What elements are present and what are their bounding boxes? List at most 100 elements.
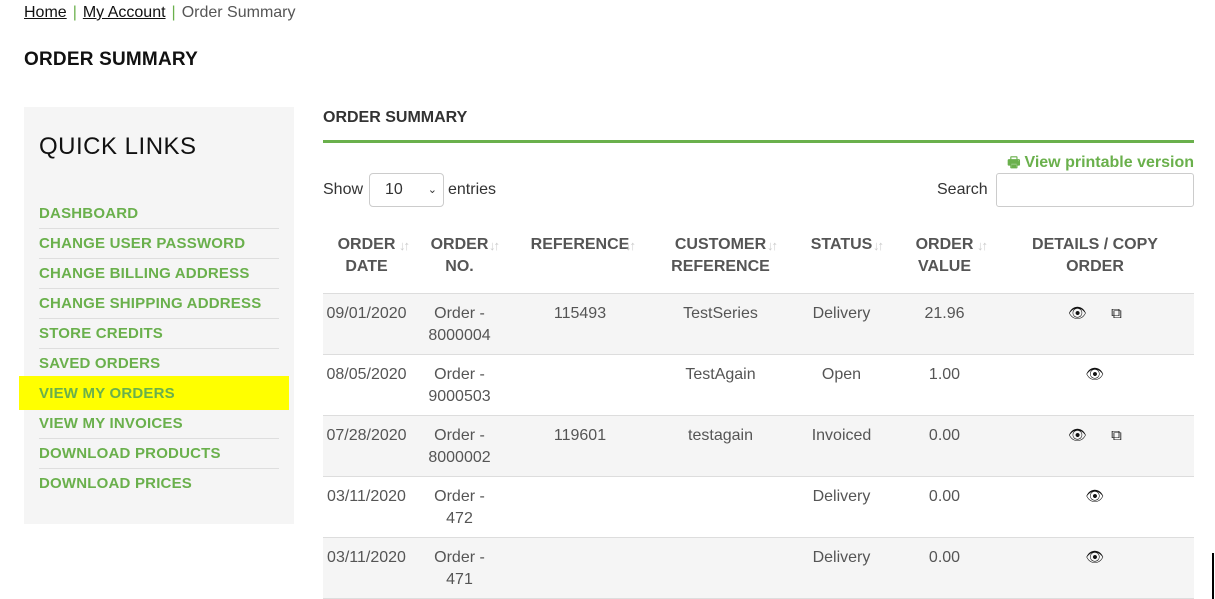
order-no-number: 8000002 bbox=[428, 448, 491, 466]
sidebar-item-saved-orders[interactable]: SAVED ORDERS bbox=[39, 349, 279, 379]
printable-version-label: View printable version bbox=[1024, 154, 1194, 171]
sort-icon: ↓↑ bbox=[977, 238, 988, 253]
cell-order-date: 07/28/2020 bbox=[323, 415, 410, 477]
cell-order-no: Order - 8000002 bbox=[410, 415, 509, 477]
table-row: 03/11/2020 Order - 471 Delivery 0.00 👁 bbox=[323, 537, 1194, 599]
order-no-number: 8000004 bbox=[428, 326, 491, 344]
breadcrumb-account-link[interactable]: My Account bbox=[83, 4, 166, 21]
cell-actions: 👁 ⧉ bbox=[996, 415, 1194, 477]
cell-order-date: 03/11/2020 bbox=[323, 476, 410, 538]
sidebar-item-change-shipping-address[interactable]: CHANGE SHIPPING ADDRESS bbox=[39, 289, 279, 319]
table-row: 03/11/2020 Order - 472 Delivery 0.00 👁 bbox=[323, 476, 1194, 538]
sidebar-item-download-products[interactable]: DOWNLOAD PRODUCTS bbox=[39, 439, 279, 469]
sidebar-item-change-user-password[interactable]: CHANGE USER PASSWORD bbox=[39, 229, 279, 259]
cell-customer-reference: TestAgain bbox=[651, 354, 790, 416]
cell-order-value: 0.00 bbox=[893, 537, 996, 599]
column-header-reference[interactable]: REFERENCE ↓↑ bbox=[509, 225, 651, 294]
sort-icon: ↓↑ bbox=[489, 238, 500, 253]
cell-customer-reference: TestSeries bbox=[651, 293, 790, 355]
sidebar-item-label: SAVED ORDERS bbox=[39, 355, 161, 372]
breadcrumb-home-link[interactable]: Home bbox=[24, 4, 67, 21]
breadcrumb-current: Order Summary bbox=[181, 4, 296, 21]
order-no-prefix: Order - bbox=[434, 304, 485, 322]
order-no-prefix: Order - bbox=[434, 365, 485, 383]
chevron-down-icon: ⌄ bbox=[427, 184, 437, 196]
entries-select[interactable]: 10 ⌄ bbox=[369, 173, 444, 207]
order-no-number: 9000503 bbox=[428, 387, 491, 405]
cell-customer-reference bbox=[651, 476, 790, 538]
breadcrumb-separator: | bbox=[171, 4, 176, 21]
breadcrumb: Home | My Account | Order Summary bbox=[24, 4, 296, 22]
column-header-order-no[interactable]: ORDER NO. ↓↑ bbox=[410, 225, 509, 294]
sidebar-item-label: DASHBOARD bbox=[39, 205, 139, 222]
eye-icon[interactable]: 👁 bbox=[1068, 425, 1087, 447]
sidebar-item-label: DOWNLOAD PRICES bbox=[39, 475, 192, 492]
header-line: ORDER bbox=[1066, 258, 1124, 275]
sidebar-item-label: DOWNLOAD PRODUCTS bbox=[39, 445, 221, 462]
eye-icon[interactable]: 👁 bbox=[1085, 547, 1104, 569]
sidebar-title: QUICK LINKS bbox=[39, 133, 197, 160]
column-header-customer-reference[interactable]: CUSTOMER REFERENCE ↓↑ bbox=[651, 225, 790, 294]
column-header-details-copy: DETAILS / COPY ORDER bbox=[996, 225, 1194, 294]
cell-order-value: 0.00 bbox=[893, 415, 996, 477]
cell-order-value: 21.96 bbox=[893, 293, 996, 355]
eye-icon[interactable]: 👁 bbox=[1068, 303, 1087, 325]
cell-actions: 👁 bbox=[996, 537, 1194, 599]
header-line: DATE bbox=[345, 258, 388, 275]
header-line: CUSTOMER bbox=[674, 236, 767, 253]
search-input[interactable] bbox=[996, 173, 1194, 207]
column-header-status[interactable]: STATUS ↓↑ bbox=[790, 225, 893, 294]
order-no-prefix: Order - bbox=[434, 487, 485, 505]
table-row: 09/01/2020 Order - 8000004 115493 TestSer… bbox=[323, 293, 1194, 355]
header-line: STATUS bbox=[810, 236, 873, 253]
column-header-order-date[interactable]: ORDER DATE ↓↑ bbox=[323, 225, 410, 294]
sidebar-item-label: STORE CREDITS bbox=[39, 325, 164, 342]
cell-customer-reference: testagain bbox=[651, 415, 790, 477]
cell-reference: 119601 bbox=[509, 415, 651, 477]
eye-icon[interactable]: 👁 bbox=[1085, 364, 1104, 386]
cell-status: Open bbox=[790, 354, 893, 416]
column-header-order-value[interactable]: ORDER VALUE ↓↑ bbox=[893, 225, 996, 294]
table-row: 08/05/2020 Order - 9000503 TestAgain Open… bbox=[323, 354, 1194, 416]
cell-order-no: Order - 8000004 bbox=[410, 293, 509, 355]
sidebar-item-dashboard[interactable]: DASHBOARD bbox=[39, 199, 279, 229]
sidebar-item-store-credits[interactable]: STORE CREDITS bbox=[39, 319, 279, 349]
eye-icon[interactable]: 👁 bbox=[1085, 486, 1104, 508]
cell-reference bbox=[509, 354, 651, 416]
sidebar-item-download-prices[interactable]: DOWNLOAD PRICES bbox=[39, 469, 279, 499]
cell-order-value: 1.00 bbox=[893, 354, 996, 416]
cell-order-date: 09/01/2020 bbox=[323, 293, 410, 355]
cell-actions: 👁 bbox=[996, 354, 1194, 416]
breadcrumb-separator: | bbox=[72, 4, 77, 21]
header-line: NO. bbox=[445, 258, 474, 275]
cell-status: Delivery bbox=[790, 537, 893, 599]
copy-icon[interactable]: ⧉ bbox=[1111, 425, 1122, 447]
sidebar-item-view-my-orders[interactable]: VIEW MY ORDERS bbox=[19, 376, 289, 410]
copy-icon[interactable]: ⧉ bbox=[1111, 303, 1122, 325]
sidebar-item-view-my-invoices[interactable]: VIEW MY INVOICES bbox=[39, 409, 279, 439]
order-no-number: 472 bbox=[446, 509, 473, 527]
orders-table: ORDER DATE ↓↑ ORDER NO. ↓↑ REFERENCE ↓↑ CU… bbox=[323, 225, 1194, 599]
sidebar-item-label: CHANGE BILLING ADDRESS bbox=[39, 265, 250, 282]
header-line: VALUE bbox=[917, 258, 972, 275]
cell-reference bbox=[509, 537, 651, 599]
cell-order-value: 0.00 bbox=[893, 476, 996, 538]
header-line: ORDER bbox=[915, 236, 974, 253]
table-header-row: ORDER DATE ↓↑ ORDER NO. ↓↑ REFERENCE ↓↑ CU… bbox=[323, 225, 1194, 294]
header-line: DETAILS / COPY bbox=[1032, 236, 1158, 253]
cell-reference: 115493 bbox=[509, 293, 651, 355]
scrollbar-edge bbox=[1212, 553, 1214, 599]
sidebar-item-label: CHANGE USER PASSWORD bbox=[39, 235, 246, 252]
table-row: 07/28/2020 Order - 8000002 119601 testaga… bbox=[323, 415, 1194, 477]
cell-status: Invoiced bbox=[790, 415, 893, 477]
sort-icon: ↓↑ bbox=[873, 238, 884, 253]
cell-order-date: 08/05/2020 bbox=[323, 354, 410, 416]
cell-order-no: Order - 9000503 bbox=[410, 354, 509, 416]
section-title: ORDER SUMMARY bbox=[323, 109, 1194, 143]
cell-order-no: Order - 471 bbox=[410, 537, 509, 599]
sort-icon: ↓↑ bbox=[767, 238, 778, 253]
page-title: ORDER SUMMARY bbox=[24, 49, 198, 70]
order-no-number: 471 bbox=[446, 570, 473, 588]
cell-actions: 👁 bbox=[996, 476, 1194, 538]
sidebar-item-change-billing-address[interactable]: CHANGE BILLING ADDRESS bbox=[39, 259, 279, 289]
